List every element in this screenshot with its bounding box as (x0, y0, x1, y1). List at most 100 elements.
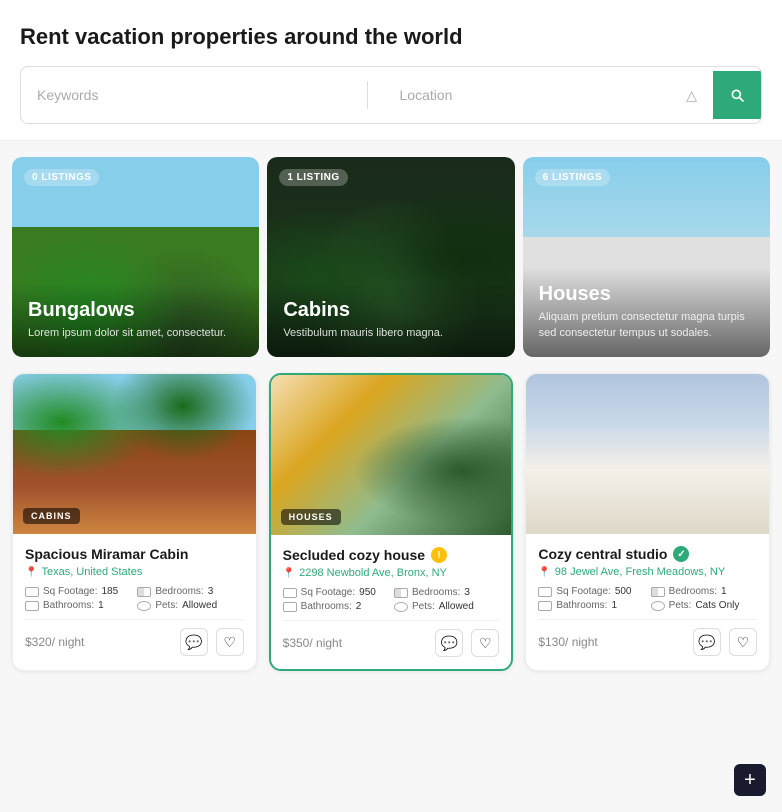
category-card-houses[interactable]: 6 LISTINGS Houses Aliquam pretium consec… (523, 157, 770, 357)
listing-specs-0: Sq Footage: 185 Bedrooms: 3 Bathrooms: 1 (25, 586, 244, 611)
category-card-bungalows[interactable]: 0 LISTINGS Bungalows Lorem ipsum dolor s… (12, 157, 259, 357)
listing-price-2: $130/ night (538, 633, 597, 651)
search-location-input[interactable] (384, 77, 679, 113)
pets-icon-1 (394, 602, 408, 612)
listing-footer-2: $130/ night 💬 ♡ (538, 619, 757, 656)
spec-baths-2: Bathrooms: 1 (538, 600, 644, 611)
category-name-houses: Houses (539, 283, 754, 306)
category-overlay-bungalows: Bungalows Lorem ipsum dolor sit amet, co… (12, 283, 259, 357)
listings-grid: CABINS Spacious Miramar Cabin 📍 Texas, U… (12, 373, 770, 671)
search-keywords-input[interactable] (21, 77, 367, 113)
title-check-icon-2: ✓ (673, 546, 689, 562)
listing-card-1: HOUSES Secluded cozy house ! 📍 2298 Newb… (269, 373, 514, 671)
listing-image-1: HOUSES (271, 375, 512, 535)
search-bar: △ (20, 66, 762, 124)
baths-icon-2 (538, 601, 552, 611)
beds-icon-0 (137, 587, 151, 597)
baths-value-1: 2 (356, 601, 362, 612)
beds-label-0: Bedrooms: (155, 586, 203, 597)
listing-specs-1: Sq Footage: 950 Bedrooms: 3 Bathrooms: 2 (283, 587, 500, 612)
sqft-label-2: Sq Footage: (556, 586, 610, 597)
beds-value-0: 3 (208, 586, 214, 597)
pets-icon-2 (651, 601, 665, 611)
sqft-label-0: Sq Footage: (43, 586, 97, 597)
categories-grid: 0 LISTINGS Bungalows Lorem ipsum dolor s… (12, 157, 770, 357)
listing-footer-0: $320/ night 💬 ♡ (25, 619, 244, 656)
pets-label-2: Pets: (669, 600, 692, 611)
search-icon (729, 86, 745, 104)
listing-location-1: 📍 2298 Newbold Ave, Bronx, NY (283, 567, 500, 579)
title-warning-icon-1: ! (431, 547, 447, 563)
price-unit-2: / night (565, 635, 598, 649)
beds-icon-1 (394, 588, 408, 598)
page-title: Rent vacation properties around the worl… (20, 24, 762, 50)
favorite-button-1[interactable]: ♡ (471, 629, 499, 657)
listing-price-0: $320/ night (25, 633, 84, 651)
sqft-value-0: 185 (101, 586, 118, 597)
header: Rent vacation properties around the worl… (0, 0, 782, 141)
sqft-icon-2 (538, 587, 552, 597)
message-button-1[interactable]: 💬 (435, 629, 463, 657)
pets-value-2: Cats Only (695, 600, 739, 611)
favorite-button-0[interactable]: ♡ (216, 628, 244, 656)
category-overlay-houses: Houses Aliquam pretium consectetur magna… (523, 267, 770, 357)
beds-label-2: Bedrooms: (669, 586, 717, 597)
listing-price-1: $350/ night (283, 634, 342, 652)
beds-value-2: 1 (721, 586, 727, 597)
search-button[interactable] (713, 71, 761, 119)
sqft-value-2: 500 (615, 586, 632, 597)
fab-button[interactable]: + (734, 764, 766, 796)
prop-type-badge-0: CABINS (23, 508, 80, 524)
baths-value-2: 1 (611, 600, 617, 611)
pets-icon-0 (137, 601, 151, 611)
spec-sqft-0: Sq Footage: 185 (25, 586, 131, 597)
spec-beds-0: Bedrooms: 3 (137, 586, 243, 597)
listing-title-0: Spacious Miramar Cabin (25, 546, 244, 562)
location-pin-icon-0: 📍 (25, 567, 37, 578)
listing-actions-0: 💬 ♡ (180, 628, 244, 656)
category-badge-cabins: 1 LISTING (279, 169, 347, 186)
listing-location-2: 📍 98 Jewel Ave, Fresh Meadows, NY (538, 566, 757, 578)
listing-actions-2: 💬 ♡ (693, 628, 757, 656)
category-desc-houses: Aliquam pretium consectetur magna turpis… (539, 310, 754, 341)
category-overlay-cabins: Cabins Vestibulum mauris libero magna. (267, 283, 514, 357)
category-badge-bungalows: 0 LISTINGS (24, 169, 99, 186)
category-desc-cabins: Vestibulum mauris libero magna. (283, 326, 498, 341)
listing-body-0: Spacious Miramar Cabin 📍 Texas, United S… (13, 534, 256, 668)
listing-location-0: 📍 Texas, United States (25, 566, 244, 578)
spec-sqft-1: Sq Footage: 950 (283, 587, 388, 598)
beds-icon-2 (651, 587, 665, 597)
category-card-cabins[interactable]: 1 LISTING Cabins Vestibulum mauris liber… (267, 157, 514, 357)
sqft-value-1: 950 (359, 587, 376, 598)
sqft-icon-1 (283, 588, 297, 598)
listing-card-2: Cozy central studio ✓ 📍 98 Jewel Ave, Fr… (525, 373, 770, 671)
pets-value-0: Allowed (182, 600, 217, 611)
beds-label-1: Bedrooms: (412, 587, 460, 598)
message-button-0[interactable]: 💬 (180, 628, 208, 656)
category-desc-bungalows: Lorem ipsum dolor sit amet, consectetur. (28, 326, 243, 341)
location-icon: △ (686, 87, 697, 104)
pets-label-0: Pets: (155, 600, 178, 611)
listing-title-2: Cozy central studio ✓ (538, 546, 757, 562)
main-content: 0 LISTINGS Bungalows Lorem ipsum dolor s… (0, 141, 782, 687)
favorite-button-2[interactable]: ♡ (729, 628, 757, 656)
listing-actions-1: 💬 ♡ (435, 629, 499, 657)
spec-beds-2: Bedrooms: 1 (651, 586, 757, 597)
price-unit-1: / night (309, 636, 342, 650)
spec-sqft-2: Sq Footage: 500 (538, 586, 644, 597)
message-button-2[interactable]: 💬 (693, 628, 721, 656)
baths-label-0: Bathrooms: (43, 600, 94, 611)
baths-value-0: 1 (98, 600, 104, 611)
listing-footer-1: $350/ night 💬 ♡ (283, 620, 500, 657)
baths-label-2: Bathrooms: (556, 600, 607, 611)
spec-pets-0: Pets: Allowed (137, 600, 243, 611)
sqft-label-1: Sq Footage: (301, 587, 355, 598)
listing-image-2 (526, 374, 769, 534)
listing-card-0: CABINS Spacious Miramar Cabin 📍 Texas, U… (12, 373, 257, 671)
location-pin-icon-2: 📍 (538, 567, 550, 578)
sqft-icon-0 (25, 587, 39, 597)
listing-body-2: Cozy central studio ✓ 📍 98 Jewel Ave, Fr… (526, 534, 769, 668)
baths-icon-1 (283, 602, 297, 612)
spec-pets-2: Pets: Cats Only (651, 600, 757, 611)
category-name-bungalows: Bungalows (28, 299, 243, 322)
